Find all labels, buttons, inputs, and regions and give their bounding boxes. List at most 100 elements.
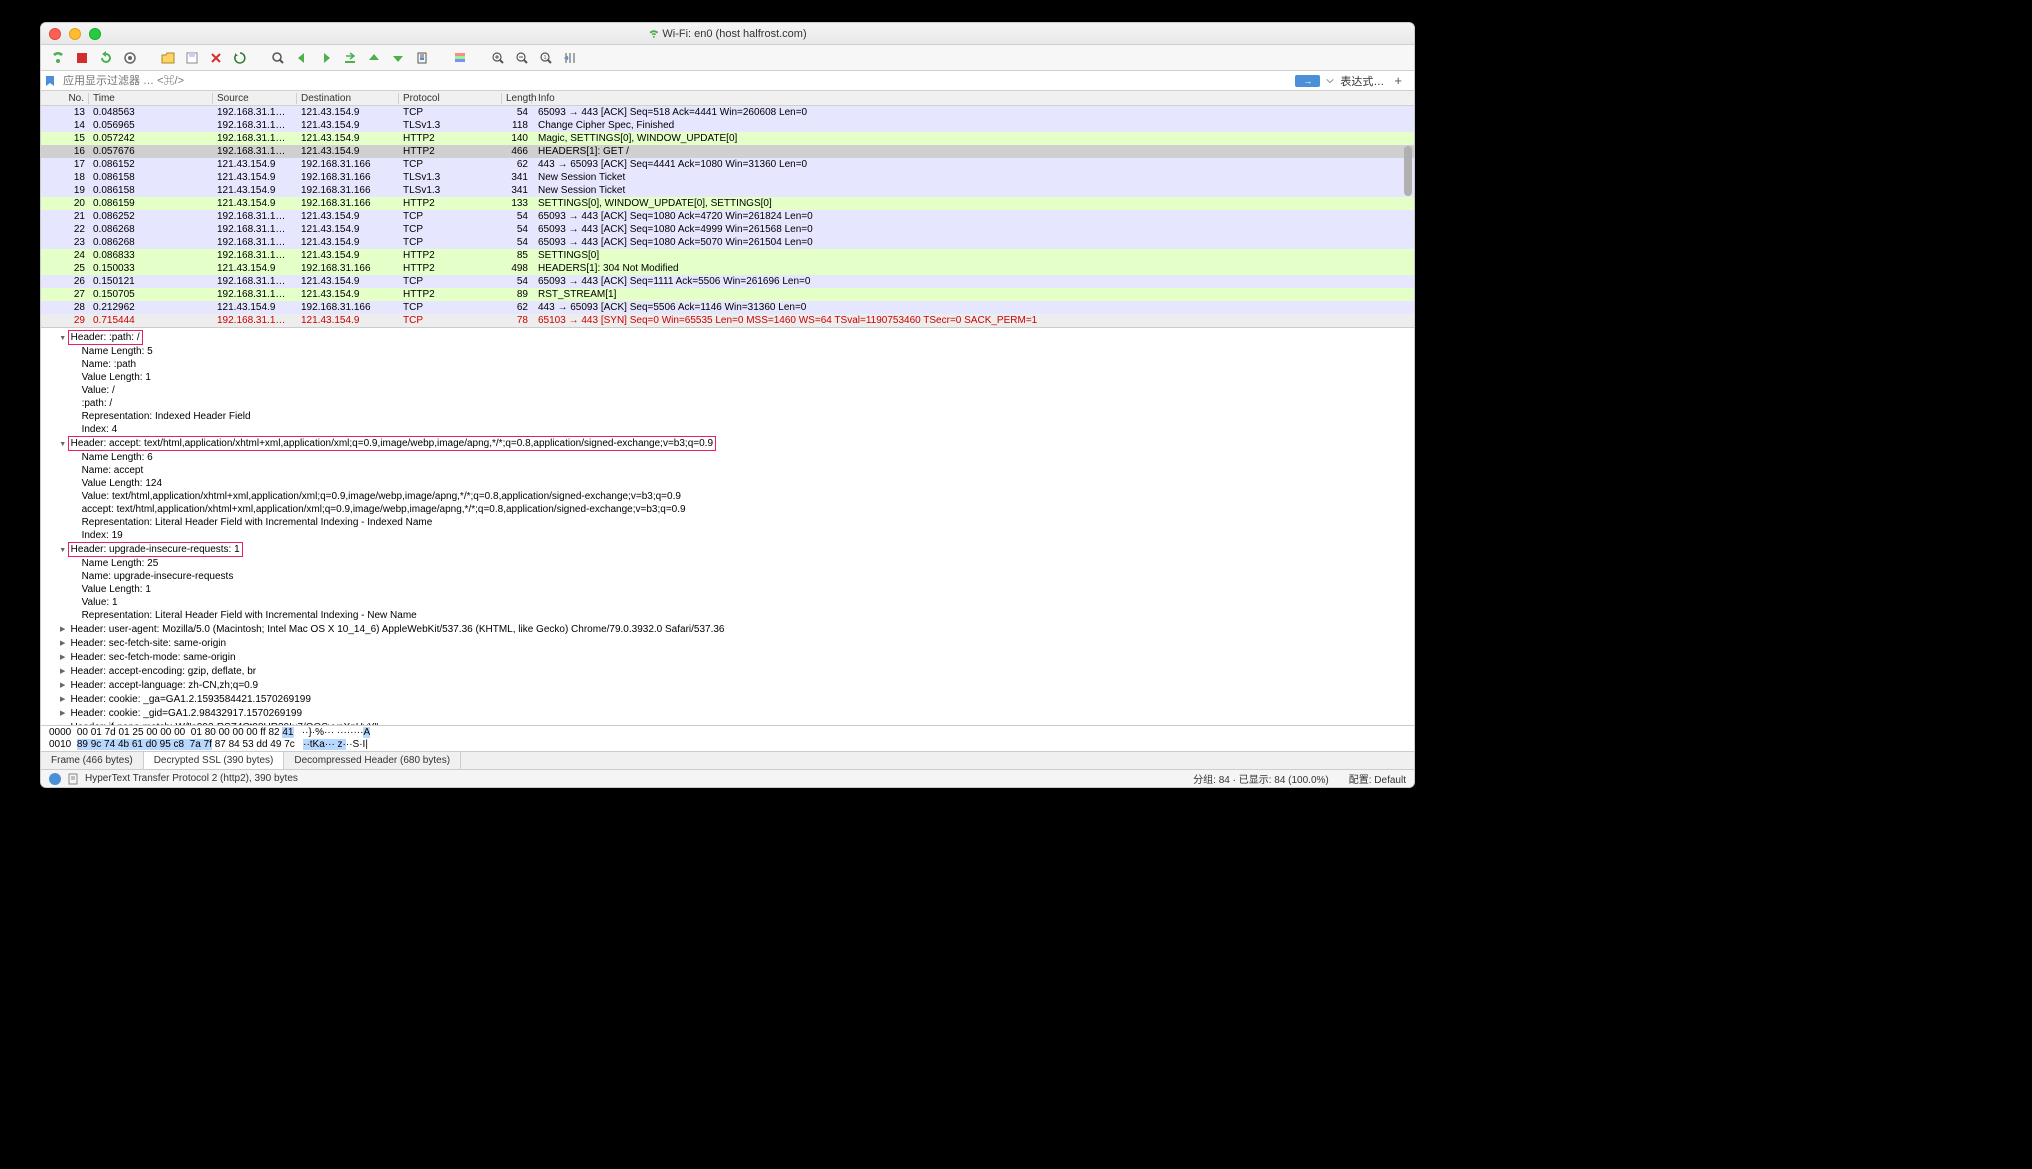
detail-line[interactable]: Name: upgrade-insecure-requests [41, 570, 1414, 583]
packet-row[interactable]: 200.086159121.43.154.9192.168.31.166HTTP… [41, 197, 1414, 210]
detail-line[interactable]: Value: 1 [41, 596, 1414, 609]
stop-capture-button[interactable] [71, 48, 93, 68]
go-first-button[interactable] [363, 48, 385, 68]
display-filter-bar: → 表达式… + [41, 71, 1414, 91]
detail-line[interactable]: Value: / [41, 384, 1414, 397]
packet-bytes-pane[interactable]: 0000 00 01 7d 01 25 00 00 00 01 80 00 00… [41, 725, 1414, 751]
detail-line[interactable]: :path: / [41, 397, 1414, 410]
expression-button[interactable]: 表达式… [1340, 73, 1384, 89]
display-filter-input[interactable] [59, 75, 1295, 87]
packet-row[interactable]: 260.150121192.168.31.1…121.43.154.9TCP54… [41, 275, 1414, 288]
packet-row[interactable]: 160.057676192.168.31.1…121.43.154.9HTTP2… [41, 145, 1414, 158]
capture-file-properties-icon[interactable] [67, 773, 79, 785]
packet-row[interactable]: 130.048563192.168.31.1…121.43.154.9TCP54… [41, 106, 1414, 119]
packet-row[interactable]: 140.056965192.168.31.1…121.43.154.9TLSv1… [41, 119, 1414, 132]
close-button[interactable] [49, 28, 61, 40]
go-back-button[interactable] [291, 48, 313, 68]
detail-line[interactable]: Name: :path [41, 358, 1414, 371]
packet-row[interactable]: 180.086158121.43.154.9192.168.31.166TLSv… [41, 171, 1414, 184]
column-header-no[interactable]: No. [41, 93, 89, 104]
packet-row[interactable]: 290.715444192.168.31.1…121.43.154.9TCP78… [41, 314, 1414, 327]
packet-list-header[interactable]: No. Time Source Destination Protocol Len… [41, 91, 1414, 106]
maximize-button[interactable] [89, 28, 101, 40]
detail-line[interactable]: Representation: Indexed Header Field [41, 410, 1414, 423]
detail-line[interactable]: Index: 4 [41, 423, 1414, 436]
tab-decrypted-ssl[interactable]: Decrypted SSL (390 bytes) [144, 752, 285, 769]
detail-line[interactable]: accept: text/html,application/xhtml+xml,… [41, 503, 1414, 516]
detail-line[interactable]: Name Length: 25 [41, 557, 1414, 570]
detail-line[interactable]: Name: accept [41, 464, 1414, 477]
detail-line[interactable]: Name Length: 6 [41, 451, 1414, 464]
go-to-packet-button[interactable] [339, 48, 361, 68]
packet-row[interactable]: 170.086152121.43.154.9192.168.31.166TCP6… [41, 158, 1414, 171]
packet-row[interactable]: 190.086158121.43.154.9192.168.31.166TLSv… [41, 184, 1414, 197]
packet-details-pane[interactable]: Header: :path: / Name Length: 5 Name: :p… [41, 327, 1414, 725]
detail-line[interactable]: Header: sec-fetch-site: same-origin [41, 636, 1414, 650]
save-file-button[interactable] [181, 48, 203, 68]
status-profile[interactable]: 配置: Default [1349, 771, 1406, 786]
packet-list-body[interactable]: 130.048563192.168.31.1…121.43.154.9TCP54… [41, 106, 1414, 327]
detail-line[interactable]: Value Length: 1 [41, 371, 1414, 384]
scrollbar-thumb[interactable] [1404, 146, 1412, 196]
packet-row[interactable]: 230.086268192.168.31.1…121.43.154.9TCP54… [41, 236, 1414, 249]
add-filter-button[interactable]: + [1390, 73, 1406, 88]
start-capture-button[interactable] [47, 48, 69, 68]
packet-row[interactable]: 150.057242192.168.31.1…121.43.154.9HTTP2… [41, 132, 1414, 145]
tab-frame[interactable]: Frame (466 bytes) [41, 752, 144, 769]
column-header-length[interactable]: Length [502, 93, 532, 104]
find-button[interactable] [267, 48, 289, 68]
column-header-info[interactable]: Info [532, 93, 1414, 104]
detail-line[interactable]: Index: 19 [41, 529, 1414, 542]
detail-line[interactable]: Representation: Literal Header Field wit… [41, 516, 1414, 529]
tab-decompressed-header[interactable]: Decompressed Header (680 bytes) [284, 752, 461, 769]
detail-line[interactable]: Header: user-agent: Mozilla/5.0 (Macinto… [41, 622, 1414, 636]
open-file-button[interactable] [157, 48, 179, 68]
filter-dropdown-icon[interactable] [1326, 77, 1334, 85]
detail-line[interactable]: Header: accept-encoding: gzip, deflate, … [41, 664, 1414, 678]
packet-row[interactable]: 220.086268192.168.31.1…121.43.154.9TCP54… [41, 223, 1414, 236]
bytes-tabs: Frame (466 bytes) Decrypted SSL (390 byt… [41, 751, 1414, 769]
column-header-protocol[interactable]: Protocol [399, 93, 502, 104]
restart-capture-button[interactable] [95, 48, 117, 68]
detail-line[interactable]: Value Length: 1 [41, 583, 1414, 596]
hex-line: 0000 00 01 7d 01 25 00 00 00 01 80 00 00… [49, 727, 1406, 739]
go-last-button[interactable] [387, 48, 409, 68]
resize-columns-button[interactable] [559, 48, 581, 68]
colorize-button[interactable] [449, 48, 471, 68]
column-header-source[interactable]: Source [213, 93, 297, 104]
filter-bookmark-icon[interactable] [41, 75, 59, 87]
packet-row[interactable]: 270.150705192.168.31.1…121.43.154.9HTTP2… [41, 288, 1414, 301]
detail-line[interactable]: Representation: Literal Header Field wit… [41, 609, 1414, 622]
packet-row[interactable]: 280.212962121.43.154.9192.168.31.166TCP6… [41, 301, 1414, 314]
zoom-in-button[interactable] [487, 48, 509, 68]
titlebar[interactable]: Wi-Fi: en0 (host halfrost.com) [41, 23, 1414, 45]
detail-line[interactable]: Header: accept: text/html,application/xh… [41, 436, 1414, 451]
detail-line[interactable]: Header: accept-language: zh-CN,zh;q=0.9 [41, 678, 1414, 692]
go-forward-button[interactable] [315, 48, 337, 68]
statusbar: HyperText Transfer Protocol 2 (http2), 3… [41, 769, 1414, 787]
close-file-button[interactable] [205, 48, 227, 68]
detail-line[interactable]: Value Length: 124 [41, 477, 1414, 490]
minimize-button[interactable] [69, 28, 81, 40]
zoom-out-button[interactable] [511, 48, 533, 68]
detail-line[interactable]: Header: cookie: _ga=GA1.2.1593584421.157… [41, 692, 1414, 706]
packet-row[interactable]: 250.150033121.43.154.9192.168.31.166HTTP… [41, 262, 1414, 275]
reload-button[interactable] [229, 48, 251, 68]
wireshark-window: Wi-Fi: en0 (host halfrost.com) 1 → [40, 22, 1415, 788]
zoom-reset-button[interactable]: 1 [535, 48, 557, 68]
column-header-destination[interactable]: Destination [297, 93, 399, 104]
capture-options-button[interactable] [119, 48, 141, 68]
column-header-time[interactable]: Time [89, 93, 213, 104]
detail-line[interactable]: Value: text/html,application/xhtml+xml,a… [41, 490, 1414, 503]
filter-apply-button[interactable]: → [1295, 75, 1320, 87]
packet-row[interactable]: 210.086252192.168.31.1…121.43.154.9TCP54… [41, 210, 1414, 223]
detail-line[interactable]: Header: sec-fetch-mode: same-origin [41, 650, 1414, 664]
detail-line[interactable]: Header: :path: / [41, 330, 1414, 345]
auto-scroll-button[interactable] [411, 48, 433, 68]
packet-row[interactable]: 240.086833192.168.31.1…121.43.154.9HTTP2… [41, 249, 1414, 262]
detail-line[interactable]: Header: upgrade-insecure-requests: 1 [41, 542, 1414, 557]
toolbar: 1 [41, 45, 1414, 71]
detail-line[interactable]: Header: cookie: _gid=GA1.2.98432917.1570… [41, 706, 1414, 720]
detail-line[interactable]: Name Length: 5 [41, 345, 1414, 358]
expert-info-icon[interactable] [49, 773, 61, 785]
